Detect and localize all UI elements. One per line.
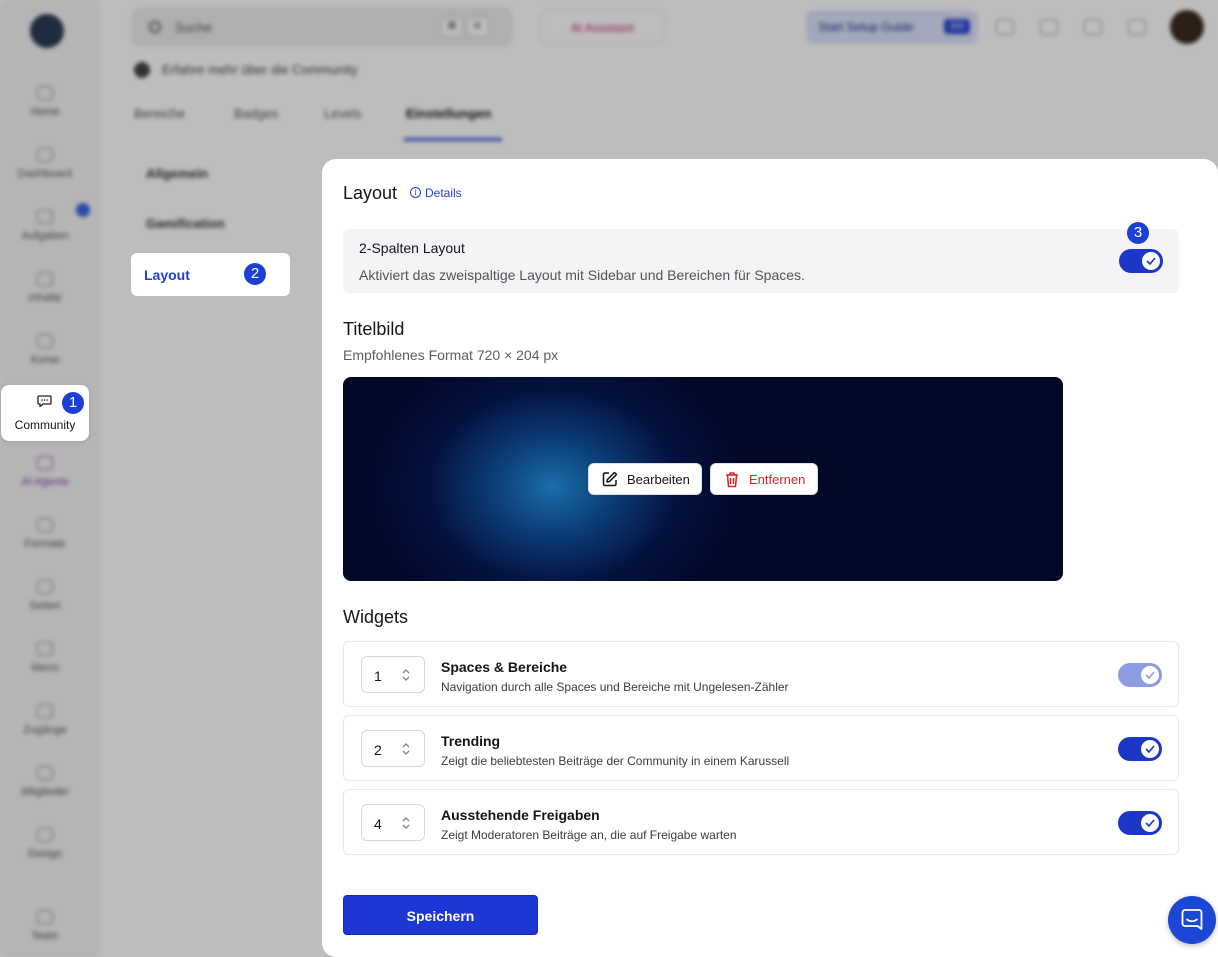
chevron-up-down-icon (402, 669, 410, 681)
chevron-up-down-icon (402, 817, 410, 829)
two-column-layout-setting: 2-Spalten Layout Aktiviert das zweispalt… (343, 229, 1179, 293)
widget-title: Ausstehende Freigaben (441, 807, 600, 823)
widget-description: Zeigt die beliebtesten Beiträge der Comm… (441, 754, 790, 768)
widget-title: Spaces & Bereiche (441, 659, 568, 675)
edit-cover-button[interactable]: Bearbeiten (588, 463, 702, 495)
step-badge-3: 3 (1127, 222, 1149, 244)
toggle-knob (1141, 814, 1159, 832)
edit-icon (602, 471, 618, 487)
chat-icon (37, 395, 52, 407)
cover-format-hint: Empfohlenes Format 720 × 204 px (343, 347, 559, 363)
info-icon: i (410, 187, 421, 198)
toggle-knob (1142, 252, 1160, 270)
step-badge-1: 1 (62, 392, 84, 414)
two-column-toggle[interactable] (1119, 249, 1163, 273)
widget-row-trending: 2 Trending Zeigt die beliebtesten Beiträ… (343, 715, 1179, 781)
step-badge-2: 2 (244, 263, 266, 285)
chevron-up-down-icon (402, 743, 410, 755)
widget-row-pending-approvals: 4 Ausstehende Freigaben Zeigt Moderatore… (343, 789, 1179, 855)
widget-order-value: 4 (374, 816, 382, 832)
trash-icon (726, 472, 738, 488)
toggle-knob (1141, 666, 1159, 684)
widget-order-stepper[interactable]: 4 (361, 804, 425, 841)
layout-settings-panel: Layout i Details 2-Spalten Layout Aktivi… (322, 159, 1218, 957)
widget-toggle-pending-approvals[interactable] (1118, 811, 1162, 835)
widgets-section-title: Widgets (343, 607, 409, 627)
cover-image: Bearbeiten Entfernen (343, 377, 1063, 581)
widget-order-value: 1 (374, 668, 382, 684)
check-icon (1145, 819, 1155, 827)
details-link[interactable]: i Details (410, 186, 462, 200)
widget-order-stepper[interactable]: 1 (361, 656, 425, 693)
subnav-layout[interactable]: Layout (131, 253, 290, 296)
check-icon (1145, 745, 1155, 753)
toggle-knob (1141, 740, 1159, 758)
widget-row-spaces: 1 Spaces & Bereiche Navigation durch all… (343, 641, 1179, 707)
widget-title: Trending (441, 733, 501, 749)
widget-toggle-spaces[interactable] (1118, 663, 1162, 687)
widget-description: Navigation durch alle Spaces und Bereich… (441, 680, 789, 694)
widget-toggle-trending[interactable] (1118, 737, 1162, 761)
subnav-layout-label: Layout (144, 267, 190, 283)
sidebar-item-label: Community (14, 418, 76, 432)
setting-title: 2-Spalten Layout (359, 240, 465, 256)
widget-order-value: 2 (374, 742, 382, 758)
chat-bubble-icon (1181, 909, 1203, 930)
save-button[interactable]: Speichern (343, 895, 538, 935)
remove-cover-button[interactable]: Entfernen (710, 463, 818, 495)
page-title: Layout (343, 183, 398, 203)
support-chat-button[interactable] (1168, 896, 1216, 944)
widget-order-stepper[interactable]: 2 (361, 730, 425, 767)
check-icon (1146, 257, 1156, 265)
cover-section-title: Titelbild (343, 319, 405, 339)
widget-description: Zeigt Moderatoren Beiträge an, die auf F… (441, 828, 737, 842)
setting-description: Aktiviert das zweispaltige Layout mit Si… (359, 267, 805, 283)
check-icon (1145, 671, 1155, 679)
